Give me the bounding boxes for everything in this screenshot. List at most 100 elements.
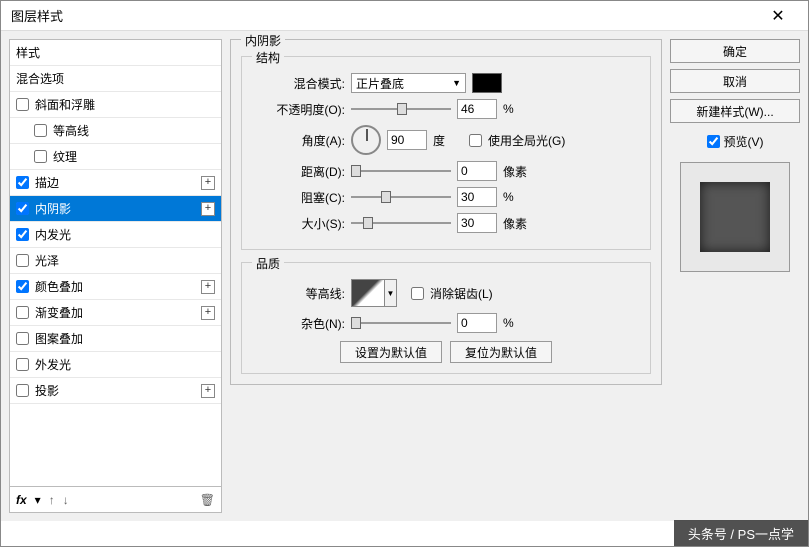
style-label: 斜面和浮雕 bbox=[35, 96, 95, 113]
style-item[interactable]: 斜面和浮雕 bbox=[10, 92, 221, 118]
style-checkbox[interactable] bbox=[34, 150, 47, 163]
style-item[interactable]: 外发光 bbox=[10, 352, 221, 378]
choke-slider[interactable] bbox=[351, 189, 451, 205]
contour-label: 等高线: bbox=[250, 285, 345, 302]
antialias-checkbox[interactable] bbox=[411, 287, 424, 300]
angle-label: 角度(A): bbox=[250, 132, 345, 149]
structure-title: 结构 bbox=[252, 49, 284, 66]
structure-fieldset: 结构 混合模式: 正片叠底 ▼ 不透明度(O): % bbox=[241, 56, 651, 250]
opacity-slider[interactable] bbox=[351, 101, 451, 117]
global-light-label: 使用全局光(G) bbox=[488, 132, 565, 149]
down-arrow-icon[interactable]: ↓ bbox=[63, 493, 69, 507]
size-slider[interactable] bbox=[351, 215, 451, 231]
style-label: 颜色叠加 bbox=[35, 278, 83, 295]
contour-caret-icon[interactable]: ▼ bbox=[385, 279, 397, 307]
cancel-button[interactable]: 取消 bbox=[670, 69, 800, 93]
inner-shadow-fieldset: 内阴影 结构 混合模式: 正片叠底 ▼ 不透明度(O): bbox=[230, 39, 662, 385]
style-item[interactable]: 等高线 bbox=[10, 118, 221, 144]
reset-default-button[interactable]: 复位为默认值 bbox=[450, 341, 552, 363]
style-label: 图案叠加 bbox=[35, 330, 83, 347]
fx-icon[interactable]: fx bbox=[16, 493, 27, 507]
plus-icon[interactable]: + bbox=[201, 202, 215, 216]
plus-icon[interactable]: + bbox=[201, 280, 215, 294]
style-label: 纹理 bbox=[53, 148, 77, 165]
action-panel: 确定 取消 新建样式(W)... 预览(V) bbox=[670, 39, 800, 513]
choke-input[interactable] bbox=[457, 187, 497, 207]
panel-title: 内阴影 bbox=[241, 32, 285, 49]
style-item[interactable]: 纹理 bbox=[10, 144, 221, 170]
style-checkbox[interactable] bbox=[16, 280, 29, 293]
left-footer: fx ▾ ↑ ↓ 🗑 bbox=[10, 486, 221, 512]
up-arrow-icon[interactable]: ↑ bbox=[49, 493, 55, 507]
style-item[interactable]: 渐变叠加 + bbox=[10, 300, 221, 326]
plus-icon[interactable]: + bbox=[201, 306, 215, 320]
blend-mode-label: 混合模式: bbox=[250, 75, 345, 92]
contour-picker[interactable] bbox=[351, 279, 385, 307]
quality-fieldset: 品质 等高线: ▼ 消除锯齿(L) 杂色(N): bbox=[241, 262, 651, 374]
window-title: 图层样式 bbox=[11, 6, 63, 25]
opacity-unit: % bbox=[503, 102, 533, 116]
layer-style-dialog: 图层样式 ✕ 样式 混合选项 斜面和浮雕等高线纹理描边+内阴影+内发光光泽颜色叠… bbox=[0, 0, 809, 547]
fx-caret-icon[interactable]: ▾ bbox=[35, 493, 41, 507]
watermark: 头条号 / PS一点学 bbox=[674, 520, 808, 546]
size-label: 大小(S): bbox=[250, 215, 345, 232]
close-button[interactable]: ✕ bbox=[758, 2, 798, 30]
style-item[interactable]: 内阴影 + bbox=[10, 196, 221, 222]
chevron-down-icon: ▼ bbox=[452, 78, 461, 88]
styles-panel: 样式 混合选项 斜面和浮雕等高线纹理描边+ 内阴影 + 内发光光泽颜色叠加 + 渐变叠加 +… bbox=[9, 39, 222, 513]
style-label: 投影 bbox=[35, 382, 59, 399]
plus-icon[interactable]: + bbox=[201, 384, 215, 398]
distance-slider[interactable] bbox=[351, 163, 451, 179]
preview-box bbox=[680, 162, 790, 272]
style-checkbox[interactable] bbox=[16, 98, 29, 111]
noise-unit: % bbox=[503, 316, 533, 330]
trash-icon[interactable]: 🗑 bbox=[200, 493, 215, 507]
style-checkbox[interactable] bbox=[16, 254, 29, 267]
style-label: 内阴影 bbox=[35, 200, 71, 217]
style-item[interactable]: 光泽 bbox=[10, 248, 221, 274]
style-label: 外发光 bbox=[35, 356, 71, 373]
size-input[interactable] bbox=[457, 213, 497, 233]
preview-swatch bbox=[700, 182, 770, 252]
make-default-button[interactable]: 设置为默认值 bbox=[340, 341, 442, 363]
new-style-button[interactable]: 新建样式(W)... bbox=[670, 99, 800, 123]
preview-label: 预览(V) bbox=[724, 133, 764, 150]
distance-label: 距离(D): bbox=[250, 163, 345, 180]
noise-slider[interactable] bbox=[351, 315, 451, 331]
style-checkbox[interactable] bbox=[16, 306, 29, 319]
style-item[interactable]: 投影 + bbox=[10, 378, 221, 404]
antialias-label: 消除锯齿(L) bbox=[430, 285, 493, 302]
style-label: 渐变叠加 bbox=[35, 304, 83, 321]
style-label: 内发光 bbox=[35, 226, 71, 243]
style-checkbox[interactable] bbox=[16, 176, 29, 189]
style-checkbox[interactable] bbox=[16, 358, 29, 371]
style-checkbox[interactable] bbox=[34, 124, 47, 137]
blend-options-header[interactable]: 混合选项 bbox=[10, 66, 221, 92]
styles-header[interactable]: 样式 bbox=[10, 40, 221, 66]
style-checkbox[interactable] bbox=[16, 384, 29, 397]
style-item[interactable]: 内发光 bbox=[10, 222, 221, 248]
style-label: 等高线 bbox=[53, 122, 89, 139]
ok-button[interactable]: 确定 bbox=[670, 39, 800, 63]
style-checkbox[interactable] bbox=[16, 202, 29, 215]
distance-input[interactable] bbox=[457, 161, 497, 181]
style-item[interactable]: 描边+ bbox=[10, 170, 221, 196]
preview-checkbox[interactable] bbox=[707, 135, 720, 148]
opacity-input[interactable] bbox=[457, 99, 497, 119]
size-unit: 像素 bbox=[503, 215, 533, 232]
style-item[interactable]: 颜色叠加 + bbox=[10, 274, 221, 300]
angle-input[interactable] bbox=[387, 130, 427, 150]
shadow-color-swatch[interactable] bbox=[472, 73, 502, 93]
opacity-label: 不透明度(O): bbox=[250, 101, 345, 118]
global-light-checkbox[interactable] bbox=[469, 134, 482, 147]
choke-label: 阻塞(C): bbox=[250, 189, 345, 206]
style-checkbox[interactable] bbox=[16, 332, 29, 345]
noise-label: 杂色(N): bbox=[250, 315, 345, 332]
quality-title: 品质 bbox=[252, 255, 284, 272]
plus-icon[interactable]: + bbox=[201, 176, 215, 190]
style-checkbox[interactable] bbox=[16, 228, 29, 241]
noise-input[interactable] bbox=[457, 313, 497, 333]
style-item[interactable]: 图案叠加 bbox=[10, 326, 221, 352]
angle-dial[interactable] bbox=[351, 125, 381, 155]
blend-mode-select[interactable]: 正片叠底 ▼ bbox=[351, 73, 466, 93]
